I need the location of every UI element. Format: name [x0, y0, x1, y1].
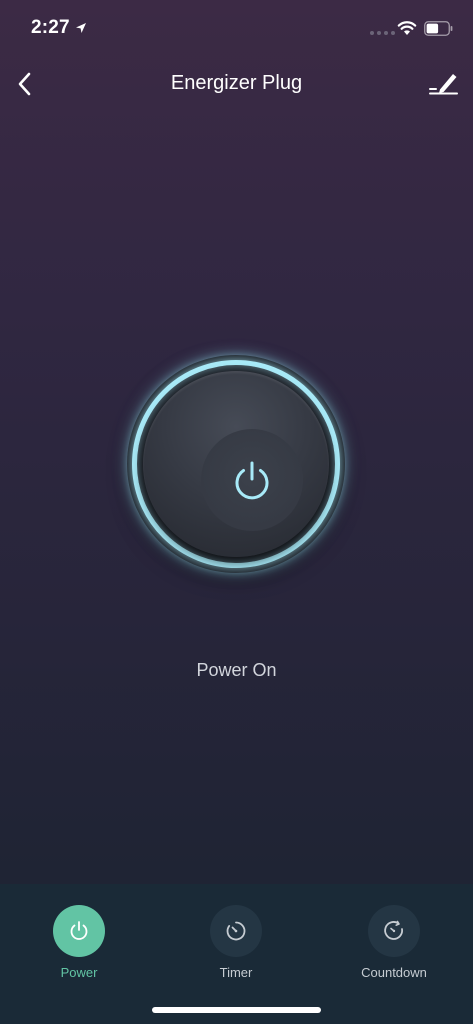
power-status-label: Power On — [196, 660, 277, 680]
tab-timer-circle — [210, 905, 262, 957]
nav-bar: Energizer Plug — [0, 56, 473, 112]
wifi-icon — [397, 21, 417, 35]
tab-countdown[interactable]: Countdown — [339, 905, 449, 980]
tab-countdown-label: Countdown — [361, 965, 427, 980]
tab-timer-label: Timer — [219, 965, 253, 980]
battery-icon — [424, 21, 453, 36]
countdown-icon — [384, 920, 403, 940]
knob-face — [143, 371, 329, 557]
tab-power[interactable]: Power — [24, 905, 134, 980]
tab-power-label: Power — [60, 965, 98, 980]
tab-countdown-circle — [368, 905, 420, 957]
home-indicator[interactable] — [152, 1007, 321, 1013]
power-toggle-button[interactable] — [127, 355, 345, 573]
page-title: Energizer Plug — [170, 72, 303, 94]
tab-bar: Power Timer Countdown — [0, 884, 473, 1024]
status-time: 2:27 — [31, 17, 87, 39]
power-icon — [235, 461, 269, 500]
tab-timer[interactable]: Timer — [181, 905, 291, 980]
status-time-text: 2:27 — [31, 17, 70, 38]
power-icon — [70, 921, 88, 940]
signal-icon — [370, 31, 395, 35]
edit-button[interactable] — [426, 68, 460, 100]
location-arrow-icon — [75, 23, 86, 33]
status-bar: 2:27 — [0, 0, 473, 56]
knob-inner — [201, 429, 303, 531]
timer-icon — [226, 921, 246, 941]
pencil-icon — [429, 74, 458, 95]
tab-power-circle — [53, 905, 105, 957]
